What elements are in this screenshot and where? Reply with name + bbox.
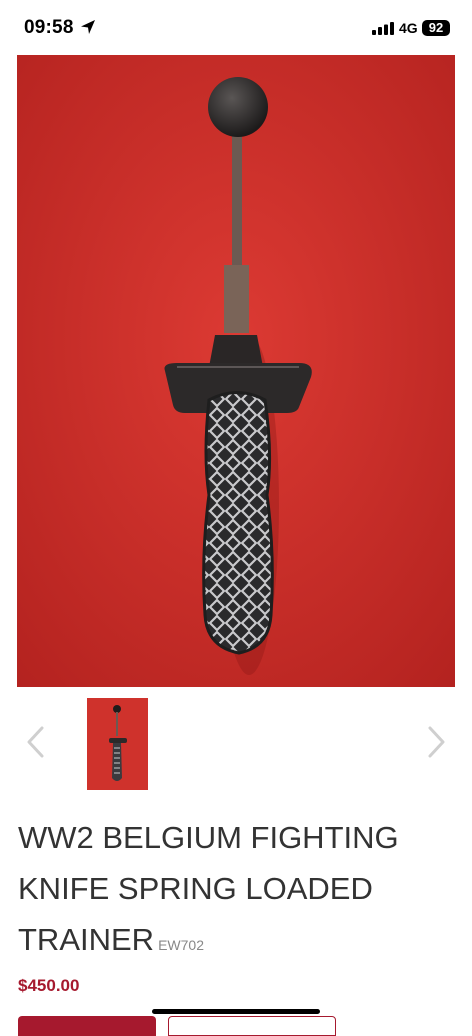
next-arrow-icon[interactable] (424, 725, 448, 759)
home-indicator (152, 1009, 320, 1014)
secondary-button[interactable] (168, 1016, 336, 1036)
network-type: 4G (399, 20, 418, 36)
thumbnail-image[interactable] (87, 698, 148, 790)
product-title: WW2 BELGIUM FIGHTING KNIFE SPRING LOADED… (18, 812, 458, 971)
add-to-cart-button[interactable] (18, 1016, 156, 1036)
status-bar: 09:58 4G 92 (0, 0, 472, 54)
battery-icon: 92 (422, 20, 450, 36)
location-arrow-icon (81, 20, 95, 34)
product-price: $450.00 (18, 976, 80, 995)
previous-arrow-icon[interactable] (24, 725, 48, 759)
image-gallery (0, 690, 472, 800)
main-product-image[interactable] (17, 55, 455, 687)
signal-icon (372, 22, 394, 35)
product-title-text: WW2 BELGIUM FIGHTING KNIFE SPRING LOADED… (18, 820, 399, 957)
status-time: 09:58 (24, 17, 74, 38)
product-sku: EW702 (158, 937, 204, 953)
